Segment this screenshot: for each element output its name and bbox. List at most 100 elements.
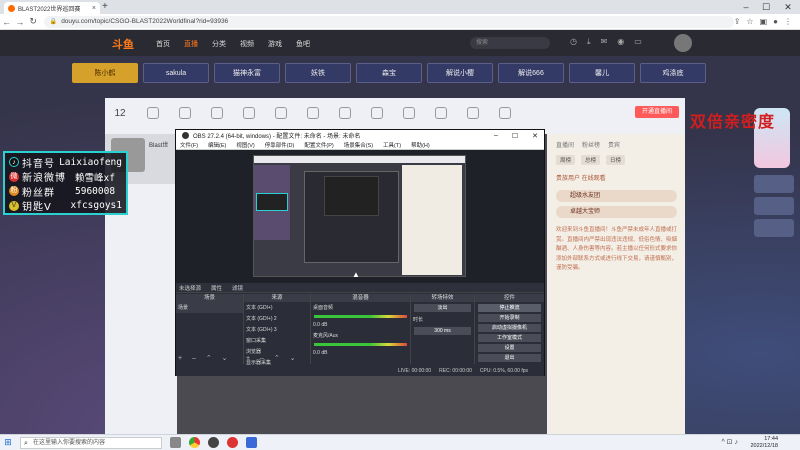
rank-subtab[interactable]: 周榜 <box>556 155 576 165</box>
chat-icon[interactable] <box>307 107 319 119</box>
gift-icon[interactable] <box>147 107 159 119</box>
shop-icon[interactable] <box>275 107 287 119</box>
app-icon[interactable] <box>246 437 257 448</box>
streamer-tab[interactable]: 森宝 <box>356 63 422 83</box>
wave-icon[interactable] <box>179 107 191 119</box>
settings-button[interactable]: 设置 <box>478 344 541 352</box>
streamer-tab[interactable]: 解说小樱 <box>427 63 493 83</box>
close-tab-icon[interactable]: × <box>92 5 96 12</box>
studio-mode-button[interactable]: 工作室模式 <box>478 334 541 342</box>
close-window-button[interactable]: ✕ <box>778 0 798 14</box>
url-bar[interactable]: 🔒 douyu.com/topic/CSGO-BLAST2022Worldfin… <box>43 15 734 28</box>
forward-icon[interactable]: → <box>13 17 26 27</box>
obs-menu-item[interactable]: 工具(T) <box>383 141 401 149</box>
source-item[interactable]: 文本 (GDI+) 3 <box>244 324 310 335</box>
obs-menu-item[interactable]: 文件(F) <box>180 141 198 149</box>
nav-home[interactable]: 首页 <box>156 39 170 49</box>
minimize-button[interactable]: – <box>736 0 756 14</box>
system-tray[interactable]: ^ ⊡ ♪ <box>721 438 738 446</box>
diamond-icon[interactable] <box>339 107 351 119</box>
nav-live[interactable]: 直播 <box>184 39 198 49</box>
obs-menu-item[interactable]: 视图(V) <box>236 141 254 149</box>
star-icon[interactable] <box>435 107 447 119</box>
obs-menu-item[interactable]: 帮助(H) <box>411 141 430 149</box>
source-item[interactable]: 文本 (GDI+) 2 <box>244 313 310 324</box>
message-icon[interactable]: ✉ <box>601 37 608 47</box>
user-avatar[interactable] <box>674 34 692 52</box>
source-item[interactable]: 文本 (GDI+) <box>244 302 310 313</box>
exit-button[interactable]: 退出 <box>478 354 541 362</box>
rank-subtab[interactable]: 总榜 <box>581 155 601 165</box>
open-room-button[interactable]: 开通直播间 <box>635 106 679 118</box>
browser-tab[interactable]: BLAST2022世界巡回赛 × <box>4 2 100 14</box>
obs-menu-item[interactable]: 停靠部件(D) <box>265 141 295 149</box>
streamer-tab[interactable]: 猫神永富 <box>214 63 280 83</box>
obs-preview[interactable]: ▲ <box>176 150 544 283</box>
obs-close-button[interactable]: ✕ <box>532 132 538 140</box>
sidebar-tab[interactable]: 直播间 <box>556 140 574 149</box>
live-icon[interactable]: ▭ <box>634 37 642 47</box>
streamer-tab[interactable]: 馨儿 <box>569 63 635 83</box>
obs-menu-item[interactable]: 配置文件(P) <box>304 141 333 149</box>
maximize-button[interactable]: ☐ <box>756 0 776 14</box>
virtual-camera-button[interactable]: 启动虚拟摄像机 <box>478 324 541 332</box>
share-icon[interactable]: ⇪ <box>734 17 741 26</box>
sidebar-tab[interactable]: 贵宾 <box>608 140 620 149</box>
streamer-tab[interactable]: 鸡涤底 <box>640 63 706 83</box>
rank-subtab[interactable]: 日榜 <box>606 155 626 165</box>
transition-select[interactable]: 淡出 <box>414 304 471 312</box>
filters-button[interactable]: 滤镜 <box>232 284 243 292</box>
obs-menu-item[interactable]: 编辑(E) <box>208 141 226 149</box>
streamer-tab[interactable]: 解说666 <box>498 63 564 83</box>
start-recording-button[interactable]: 开始录制 <box>478 314 541 322</box>
new-tab-button[interactable]: + <box>102 1 108 12</box>
taskbar-clock[interactable]: 17:44 2022/12/18 <box>750 436 778 450</box>
task-view-icon[interactable] <box>170 437 181 448</box>
site-search-input[interactable]: 搜索 <box>470 37 550 49</box>
nav-game[interactable]: 游戏 <box>268 39 282 49</box>
sidebar-tab[interactable]: 粉丝榜 <box>582 140 600 149</box>
sources-footer-buttons[interactable]: + – ⌃ ⌄ <box>246 354 300 362</box>
dock-button[interactable] <box>754 175 794 193</box>
streamer-tab[interactable]: sakula <box>143 63 209 83</box>
calendar-icon[interactable] <box>403 107 415 119</box>
nav-video[interactable]: 视频 <box>240 39 254 49</box>
box-icon[interactable] <box>371 107 383 119</box>
chrome-icon[interactable] <box>189 437 200 448</box>
obs-maximize-button[interactable]: ☐ <box>512 132 518 140</box>
streamer-tab[interactable]: 妖铁 <box>285 63 351 83</box>
dock-button[interactable] <box>754 219 794 237</box>
source-item[interactable]: 窗口采集 <box>244 335 310 346</box>
obs-app-icon[interactable] <box>208 437 219 448</box>
taskbar-search[interactable]: ⌕ 在这里输入你要搜索的内容 <box>20 436 162 449</box>
menu-icon[interactable]: ⋮ <box>784 17 792 26</box>
header-icons: ◷ ⤓ ✉ ◉ ▭ <box>570 37 642 47</box>
scenes-footer-buttons[interactable]: + – ⌃ ⌄ <box>178 354 232 362</box>
location-icon[interactable]: ◉ <box>617 37 624 47</box>
nav-yuba[interactable]: 鱼吧 <box>296 39 310 49</box>
fan-icon[interactable] <box>243 107 255 119</box>
site-logo[interactable]: 斗鱼 <box>112 36 134 52</box>
reload-icon[interactable]: ↻ <box>26 16 39 27</box>
crown-icon[interactable] <box>467 107 479 119</box>
bookmark-star-icon[interactable]: ☆ <box>746 17 753 26</box>
scene-item[interactable]: 场景 <box>176 302 243 313</box>
dock-button[interactable] <box>754 197 794 215</box>
duration-input[interactable]: 300 ms <box>414 327 471 335</box>
download-icon[interactable]: ⤓ <box>587 37 591 47</box>
card-icon[interactable] <box>211 107 223 119</box>
obs-canvas[interactable] <box>253 155 466 277</box>
obs-minimize-button[interactable]: – <box>494 132 498 140</box>
streamer-tab[interactable]: 陈小鹤 <box>72 63 138 83</box>
stop-streaming-button[interactable]: 停止推流 <box>478 304 541 312</box>
back-icon[interactable]: ← <box>0 17 13 27</box>
obs-menu-item[interactable]: 场景集合(S) <box>344 141 373 149</box>
extensions-icon[interactable]: ▣ <box>760 17 768 26</box>
nav-category[interactable]: 分类 <box>212 39 226 49</box>
history-icon[interactable]: ◷ <box>570 37 577 47</box>
flag-icon[interactable] <box>499 107 511 119</box>
profile-icon[interactable]: ● <box>773 17 778 26</box>
windows-start-icon[interactable]: ⊞ <box>0 437 16 448</box>
properties-button[interactable]: 属性 <box>211 284 222 292</box>
app-icon[interactable] <box>227 437 238 448</box>
